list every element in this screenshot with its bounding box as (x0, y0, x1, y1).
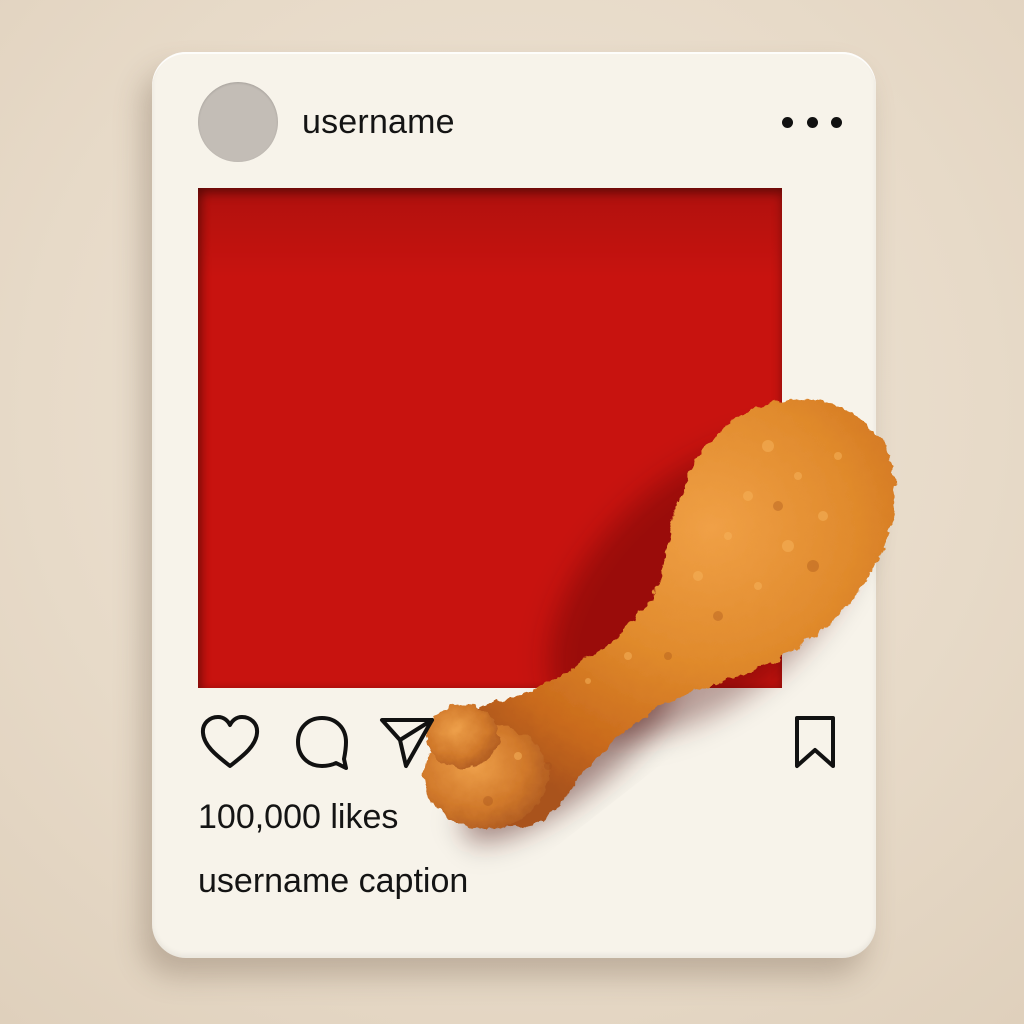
avatar[interactable] (198, 82, 278, 162)
heart-icon[interactable] (200, 714, 260, 775)
more-dot-icon (831, 116, 842, 128)
more-dot-icon (782, 116, 793, 128)
post-username[interactable]: username (302, 103, 455, 142)
more-dot-icon (806, 116, 818, 128)
bookmark-icon[interactable] (792, 714, 838, 775)
fried-chicken-drumstick-image (424, 399, 896, 843)
comment-bubble-icon[interactable] (294, 714, 350, 775)
post-image[interactable] (198, 188, 896, 843)
send-icon[interactable] (378, 714, 436, 775)
likes-count[interactable]: 100,000 likes (198, 798, 398, 837)
post-actions (198, 714, 838, 774)
post-caption: username caption (198, 862, 469, 900)
backdrop: username 100,000 likes username caption (0, 0, 1024, 1024)
more-options-button[interactable] (782, 107, 842, 137)
post-card: username 100,000 likes username caption (152, 52, 896, 958)
post-header: username (198, 82, 846, 162)
